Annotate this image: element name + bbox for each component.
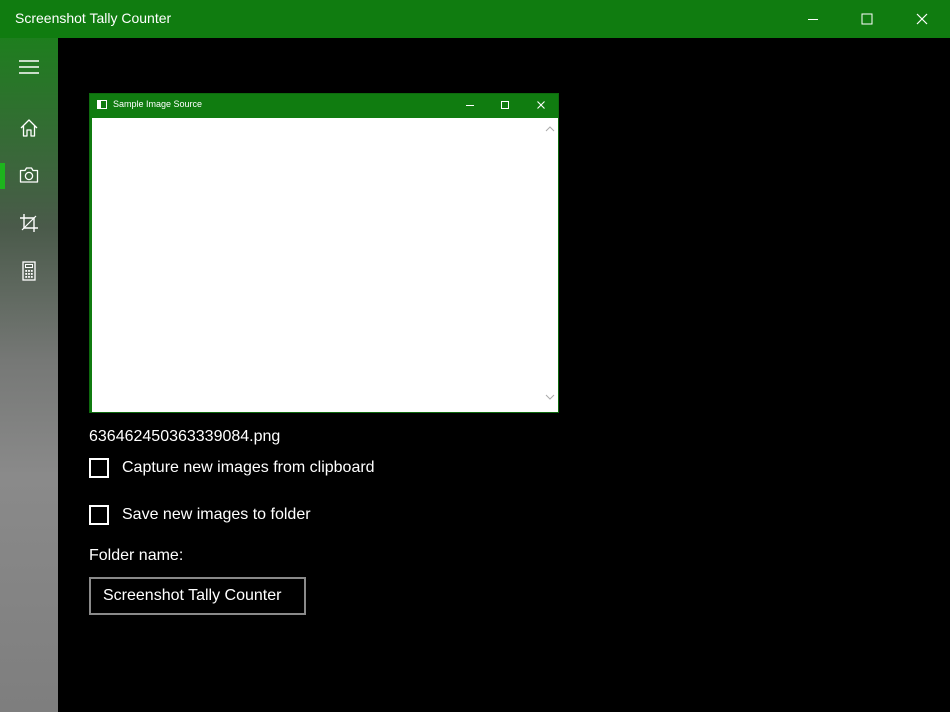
scroll-up-arrow-icon — [545, 126, 555, 132]
preview-close-button — [527, 96, 555, 114]
minimize-button[interactable] — [786, 0, 840, 38]
nav-item-capture[interactable] — [0, 153, 58, 197]
close-icon — [537, 101, 545, 109]
nav-item-home[interactable] — [0, 106, 58, 150]
window-app-icon — [97, 100, 107, 109]
maximize-button[interactable] — [840, 0, 894, 38]
capture-clipboard-checkbox[interactable] — [89, 458, 109, 478]
preview-window-title: Sample Image Source — [113, 99, 203, 109]
preview-client-area — [92, 118, 558, 412]
calculator-icon — [22, 261, 36, 281]
crop-icon — [20, 214, 38, 232]
image-preview: Sample Image Source — [89, 93, 559, 413]
maximize-icon — [861, 13, 873, 25]
nav-item-calculator[interactable] — [0, 249, 58, 293]
preview-minimize-button — [456, 96, 484, 114]
capture-clipboard-label[interactable]: Capture new images from clipboard — [122, 459, 375, 477]
folder-name-label: Folder name: — [89, 547, 184, 564]
close-icon — [916, 13, 928, 25]
save-to-folder-option[interactable]: Save new images to folder — [89, 503, 311, 527]
close-button[interactable] — [895, 0, 949, 38]
save-to-folder-label[interactable]: Save new images to folder — [122, 506, 311, 524]
hamburger-menu-icon — [19, 60, 39, 74]
capture-clipboard-option[interactable]: Capture new images from clipboard — [89, 456, 375, 480]
minimize-icon — [466, 105, 474, 106]
title-bar: Screenshot Tally Counter — [0, 0, 950, 38]
camera-icon — [19, 167, 39, 183]
folder-name-input[interactable] — [89, 577, 306, 615]
preview-maximize-button — [491, 96, 519, 114]
navigation-sidebar — [0, 38, 58, 712]
maximize-icon — [501, 101, 509, 109]
scroll-down-arrow-icon — [545, 394, 555, 400]
home-icon — [20, 119, 38, 137]
hamburger-menu-button[interactable] — [0, 45, 58, 89]
nav-item-crop[interactable] — [0, 201, 58, 245]
minimize-icon — [808, 19, 818, 20]
app-title: Screenshot Tally Counter — [15, 10, 172, 26]
image-filename: 636462450363339084.png — [89, 428, 281, 445]
save-to-folder-checkbox[interactable] — [89, 505, 109, 525]
